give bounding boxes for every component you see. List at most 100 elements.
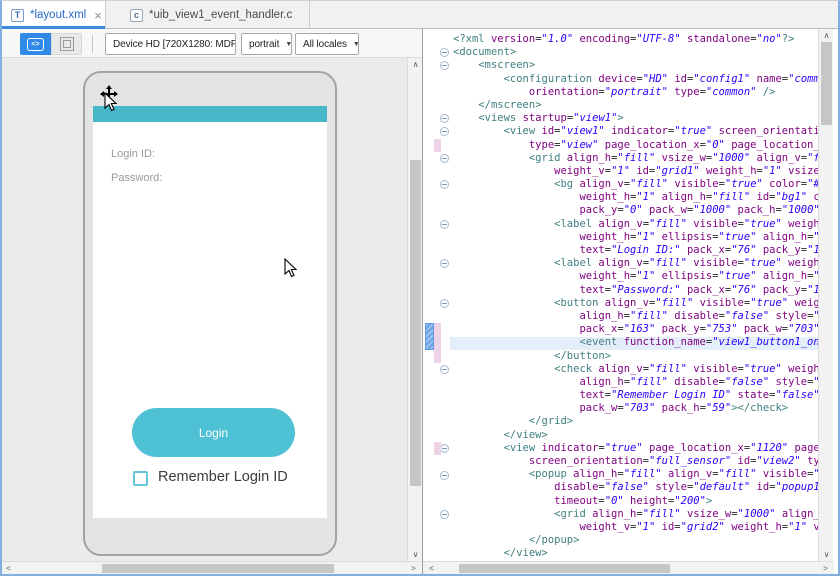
password-label-widget[interactable]: Password:	[111, 172, 162, 184]
code-line: <popup align_h="fill" align_v="fill" vis…	[453, 468, 819, 481]
login-button-widget[interactable]: Login	[132, 408, 295, 457]
code-line: type="view" page_location_x="0" page_loc…	[453, 139, 819, 152]
locales-select[interactable]: All locales ▼	[295, 33, 359, 55]
code-line: </grid>	[453, 415, 819, 428]
tab-event-handler-c[interactable]: c *uib_view1_event_handler.c	[110, 1, 310, 29]
toolbar-separator	[92, 35, 93, 53]
arrow-cursor-icon	[104, 92, 118, 112]
scroll-left-icon[interactable]: <	[425, 562, 438, 574]
code-line: <grid align_h="fill" vsize_w="1000" alig…	[453, 152, 819, 165]
remember-checkbox-label[interactable]: Remember Login ID	[158, 469, 288, 485]
tab-layout-xml-label: *layout.xml	[30, 9, 86, 21]
fold-minus-icon[interactable]	[440, 471, 449, 480]
code-line: </button>	[453, 350, 819, 363]
code-line: </view>	[453, 547, 819, 560]
tab-layout-xml[interactable]: T *layout.xml ×	[2, 1, 106, 29]
fold-minus-icon[interactable]	[440, 220, 449, 229]
code-line: <event function_name="view1_button1_on	[453, 336, 819, 349]
statusbar-widget[interactable]	[93, 106, 327, 122]
code-line: <view id="view1" indicator="true" screen…	[453, 125, 819, 138]
pink-marker	[434, 323, 441, 363]
code-line: screen_orientation="full_sensor" id="vie…	[453, 455, 819, 468]
device-select-value: Device HD [720X1280: MDPI]	[113, 39, 236, 50]
pink-marker	[434, 139, 441, 152]
scrollbar-thumb[interactable]	[410, 160, 421, 486]
range-marker	[425, 323, 434, 349]
scroll-right-icon[interactable]: >	[407, 562, 420, 575]
canvas-horizontal-scrollbar[interactable]: < >	[2, 561, 422, 574]
code-text-area[interactable]: <?xml version="1.0" encoding="UTF-8" sta…	[453, 33, 819, 563]
login-button-label: Login	[199, 426, 228, 440]
code-line: <views startup="view1">	[453, 112, 819, 125]
fold-minus-icon[interactable]	[440, 61, 449, 70]
scroll-down-icon[interactable]: ∨	[820, 548, 833, 561]
code-line: <button align_v="fill" visible="true" we…	[453, 297, 819, 310]
orientation-select-value: portrait	[249, 39, 279, 50]
scroll-down-icon[interactable]: ∨	[409, 548, 422, 561]
code-line: orientation="portrait" type="common" />	[453, 86, 819, 99]
editor-vertical-scrollbar[interactable]: ∧ ∨	[818, 29, 833, 561]
code-view-icon: <>	[27, 38, 44, 51]
scrollbar-thumb[interactable]	[459, 564, 670, 573]
code-line: <label align_v="fill" visible="true" wei…	[453, 218, 819, 231]
code-line: pack_x="163" pack_y="753" pack_w="703"	[453, 323, 819, 336]
code-line: disable="false" style="default" id="popu…	[453, 481, 819, 494]
scroll-right-icon[interactable]: >	[819, 562, 832, 574]
device-frame: Login ID: Password: Login Remember Login…	[83, 71, 337, 556]
xml-file-icon: T	[11, 9, 24, 22]
orientation-select[interactable]: portrait ▼	[241, 33, 292, 55]
locales-select-value: All locales	[303, 39, 347, 50]
code-line: align_h="fill" disable="false" style="	[453, 310, 819, 323]
fold-minus-icon[interactable]	[440, 180, 449, 189]
code-line: <view indicator="true" page_location_x="…	[453, 442, 819, 455]
xml-source-editor[interactable]: <?xml version="1.0" encoding="UTF-8" sta…	[422, 29, 838, 574]
c-file-icon: c	[130, 9, 143, 22]
scrollbar-thumb[interactable]	[102, 564, 334, 573]
code-line: </view>	[453, 429, 819, 442]
arrow-cursor-icon	[284, 258, 298, 278]
fold-minus-icon[interactable]	[440, 510, 449, 519]
canvas-vertical-scrollbar[interactable]: ∧ ∨	[407, 58, 422, 561]
code-line: <label align_v="fill" visible="true" wei…	[453, 257, 819, 270]
fold-minus-icon[interactable]	[440, 259, 449, 268]
code-line: pack_w="703" pack_h="59"></check>	[453, 402, 819, 415]
fold-minus-icon[interactable]	[440, 154, 449, 163]
remember-checkbox-widget[interactable]	[133, 471, 148, 486]
editor-horizontal-scrollbar[interactable]: < >	[423, 561, 834, 574]
code-line: align_h="fill" disable="false" style="	[453, 376, 819, 389]
scroll-left-icon[interactable]: <	[2, 562, 15, 575]
device-screen[interactable]: Login ID: Password: Login Remember Login…	[93, 106, 327, 518]
code-line: </popup>	[453, 534, 819, 547]
fold-minus-icon[interactable]	[440, 299, 449, 308]
login-id-label-widget[interactable]: Login ID:	[111, 148, 155, 160]
code-line: <configuration device="HD" id="config1" …	[453, 73, 819, 86]
code-line: text="Password:" pack_x="76" pack_y="1	[453, 284, 819, 297]
code-line: text="Remember Login ID" state="false"	[453, 389, 819, 402]
source-view-toggle-button[interactable]: <>	[20, 33, 51, 55]
fold-minus-icon[interactable]	[440, 444, 449, 453]
close-icon[interactable]: ×	[94, 9, 102, 22]
code-line: <?xml version="1.0" encoding="UTF-8" sta…	[453, 33, 819, 46]
scrollbar-thumb[interactable]	[821, 42, 832, 125]
code-line: <check align_v="fill" visible="true" wei…	[453, 363, 819, 376]
fold-minus-icon[interactable]	[440, 48, 449, 57]
fold-minus-icon[interactable]	[440, 114, 449, 123]
code-line: weight_v="1" id="grid1" weight_h="1" vsi…	[453, 165, 819, 178]
scroll-up-icon[interactable]: ∧	[409, 58, 422, 71]
code-line: <grid align_h="fill" vsize_w="1000" alig…	[453, 508, 819, 521]
fold-minus-icon[interactable]	[440, 127, 449, 136]
code-line: pack_y="0" pack_w="1000" pack_h="1000"	[453, 204, 819, 217]
fold-minus-icon[interactable]	[440, 365, 449, 374]
design-canvas[interactable]: Login ID: Password: Login Remember Login…	[2, 58, 407, 561]
design-view-icon	[60, 37, 74, 51]
chevron-down-icon: ▼	[353, 41, 359, 48]
design-view-toggle-button[interactable]	[51, 33, 82, 55]
code-line: <mscreen>	[453, 59, 819, 72]
ide-window: T *layout.xml × c *uib_view1_event_handl…	[0, 0, 840, 576]
tab-event-handler-label: *uib_view1_event_handler.c	[149, 9, 292, 21]
code-line: <bg align_v="fill" visible="true" color=…	[453, 178, 819, 191]
device-select[interactable]: Device HD [720X1280: MDPI] ▼	[105, 33, 236, 55]
code-line: weight_v="1" id="grid2" weight_h="1" v	[453, 521, 819, 534]
code-line: weight_h="1" ellipsis="true" align_h="	[453, 270, 819, 283]
scroll-up-icon[interactable]: ∧	[820, 29, 833, 42]
